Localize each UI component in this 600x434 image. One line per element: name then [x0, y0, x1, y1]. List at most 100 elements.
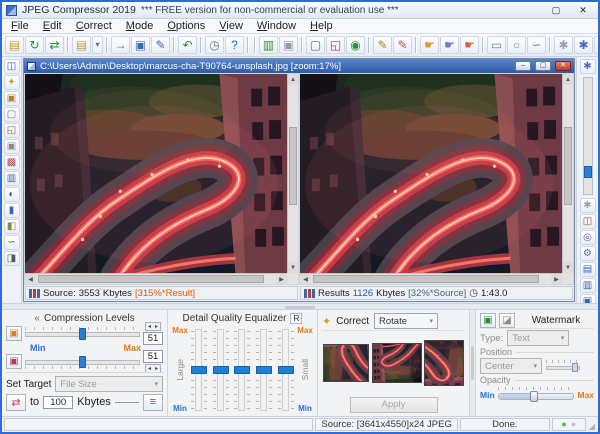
- slider-handle[interactable]: [213, 366, 229, 374]
- select-ellipse-icon[interactable]: ○: [507, 36, 526, 54]
- source-quality-spinner[interactable]: ◂ ▸: [145, 322, 161, 331]
- spin-left-icon[interactable]: ◂: [146, 324, 153, 330]
- scroll-left-icon[interactable]: ◀: [25, 274, 36, 284]
- duplicate-icon[interactable]: ▣: [279, 36, 298, 54]
- text-tool-icon[interactable]: ◨: [4, 251, 20, 266]
- source-select-icon[interactable]: ▣: [6, 326, 22, 341]
- slider-handle[interactable]: [572, 363, 578, 372]
- menu-file[interactable]: File: [5, 20, 35, 32]
- recent-files-icon[interactable]: ▤: [72, 36, 91, 54]
- equalizer-band-slider[interactable]: [234, 329, 250, 411]
- reload-compare-icon[interactable]: ⇄: [45, 36, 64, 54]
- close-button[interactable]: ✕: [572, 4, 594, 17]
- slider-handle[interactable]: [79, 328, 86, 340]
- menu-mode[interactable]: Mode: [120, 20, 160, 32]
- scroll-up-icon[interactable]: ▲: [563, 74, 573, 85]
- pan-select-icon[interactable]: ☛: [440, 36, 459, 54]
- process-timer-icon[interactable]: ◷: [205, 36, 224, 54]
- settings-icon[interactable]: ⚙: [580, 246, 596, 261]
- levels-tool-icon[interactable]: ▮: [4, 203, 20, 218]
- save-result-icon[interactable]: ▣: [131, 36, 150, 54]
- scrollbar-thumb[interactable]: [313, 275, 539, 283]
- target-mode-dropdown[interactable]: File Size ▾: [55, 376, 163, 392]
- preview-eye-icon[interactable]: ◉: [346, 36, 365, 54]
- select-rect-icon[interactable]: ▭: [487, 36, 506, 54]
- wand-tool-icon[interactable]: ✦: [4, 75, 20, 90]
- actual-size-icon[interactable]: ◎: [580, 230, 596, 245]
- tune-target-button[interactable]: ≡: [143, 394, 163, 411]
- window-vertical-icon[interactable]: ▥: [580, 278, 596, 293]
- spin-right-icon[interactable]: ▸: [153, 366, 160, 372]
- slider-handle[interactable]: [79, 356, 86, 368]
- result-quality-slider[interactable]: [25, 355, 140, 369]
- menu-correct[interactable]: Correct: [70, 20, 118, 32]
- pan-pick-icon[interactable]: ☛: [460, 36, 479, 54]
- result-vertical-scrollbar[interactable]: ▲ ▼: [562, 74, 573, 273]
- document-titlebar[interactable]: C:\Users\Admin\Desktop\marcus-cha-T90764…: [24, 59, 574, 73]
- correct-mode-dropdown[interactable]: Rotate ▾: [374, 313, 438, 329]
- result-horizontal-scrollbar[interactable]: ◀ ▶: [300, 273, 562, 284]
- scrollbar-thumb[interactable]: [38, 275, 264, 283]
- apply-target-button[interactable]: ⇄: [6, 394, 26, 411]
- histogram-tool-icon[interactable]: ▥: [4, 171, 20, 186]
- select-freehand-icon[interactable]: ∽: [527, 36, 546, 54]
- slider-handle[interactable]: [191, 366, 207, 374]
- result-quality-value[interactable]: 51: [143, 350, 163, 363]
- export-image-icon[interactable]: →: [111, 36, 130, 54]
- watermark-size-slider[interactable]: [546, 360, 580, 372]
- scroll-right-icon[interactable]: ▶: [551, 274, 562, 284]
- scrollbar-thumb[interactable]: [564, 127, 572, 205]
- vertical-splitter[interactable]: [470, 310, 476, 416]
- slider-handle[interactable]: [278, 366, 294, 374]
- document-close-button[interactable]: ✕: [555, 61, 571, 71]
- result-select-icon[interactable]: ▣: [6, 354, 22, 369]
- zoom-out-icon[interactable]: ✱: [580, 198, 596, 213]
- acquire-icon[interactable]: ▥: [259, 36, 278, 54]
- save-as-icon[interactable]: ✎: [151, 36, 170, 54]
- opacity-slider[interactable]: [498, 387, 575, 403]
- zoom-in-tool-icon[interactable]: ✱: [574, 36, 593, 54]
- restore-button[interactable]: ▢: [545, 4, 567, 17]
- curves-tool-icon[interactable]: ∽: [4, 235, 20, 250]
- recent-files-caret-icon[interactable]: ▾: [92, 36, 103, 54]
- zoom-slider[interactable]: [583, 77, 593, 195]
- scroll-down-icon[interactable]: ▼: [288, 262, 298, 273]
- source-quality-slider[interactable]: [25, 327, 140, 341]
- slider-handle[interactable]: [530, 391, 538, 402]
- retouch-icon[interactable]: ✎: [393, 36, 412, 54]
- zoom-slider-handle[interactable]: [584, 166, 592, 178]
- tone-tool-icon[interactable]: ◧: [4, 219, 20, 234]
- zoom-tool-icon[interactable]: ◫: [4, 59, 20, 74]
- source-image-preview[interactable]: [25, 74, 287, 273]
- equalizer-reset-button[interactable]: R: [290, 313, 302, 324]
- undo-icon[interactable]: ↶: [178, 36, 197, 54]
- equalizer-band-slider[interactable]: [213, 329, 229, 411]
- document-minimize-button[interactable]: –: [515, 61, 531, 71]
- pan-hand-icon[interactable]: ☛: [420, 36, 439, 54]
- equalizer-band-slider[interactable]: [191, 329, 207, 411]
- scroll-down-icon[interactable]: ▼: [563, 262, 573, 273]
- apply-button[interactable]: Apply: [350, 397, 438, 413]
- open-file-icon[interactable]: ▤: [5, 36, 24, 54]
- zoom-options-caret-icon[interactable]: ▾: [594, 36, 598, 54]
- scroll-up-icon[interactable]: ▲: [288, 74, 298, 85]
- brightness-tool-icon[interactable]: ◐: [4, 187, 20, 202]
- menu-edit[interactable]: Edit: [37, 20, 68, 32]
- menu-window[interactable]: Window: [251, 20, 302, 32]
- menu-help[interactable]: Help: [304, 20, 339, 32]
- crop-tool-icon[interactable]: ▣: [4, 91, 20, 106]
- collapse-panel-icon[interactable]: «: [34, 313, 40, 324]
- rotate-right-thumb[interactable]: [424, 340, 464, 386]
- resample-tool-icon[interactable]: ◱: [4, 123, 20, 138]
- horizontal-splitter[interactable]: [2, 303, 598, 310]
- equalizer-band-slider[interactable]: [278, 329, 294, 411]
- menu-options[interactable]: Options: [161, 20, 211, 32]
- annotate-icon[interactable]: ✎: [373, 36, 392, 54]
- crop-icon[interactable]: ▢: [306, 36, 325, 54]
- result-image-preview[interactable]: [300, 74, 562, 273]
- clone-tool-icon[interactable]: ▣: [4, 139, 20, 154]
- scroll-right-icon[interactable]: ▶: [276, 274, 287, 284]
- target-size-input[interactable]: 100: [43, 396, 73, 409]
- reopen-image-icon[interactable]: ↻: [25, 36, 44, 54]
- source-horizontal-scrollbar[interactable]: ◀ ▶: [25, 273, 287, 284]
